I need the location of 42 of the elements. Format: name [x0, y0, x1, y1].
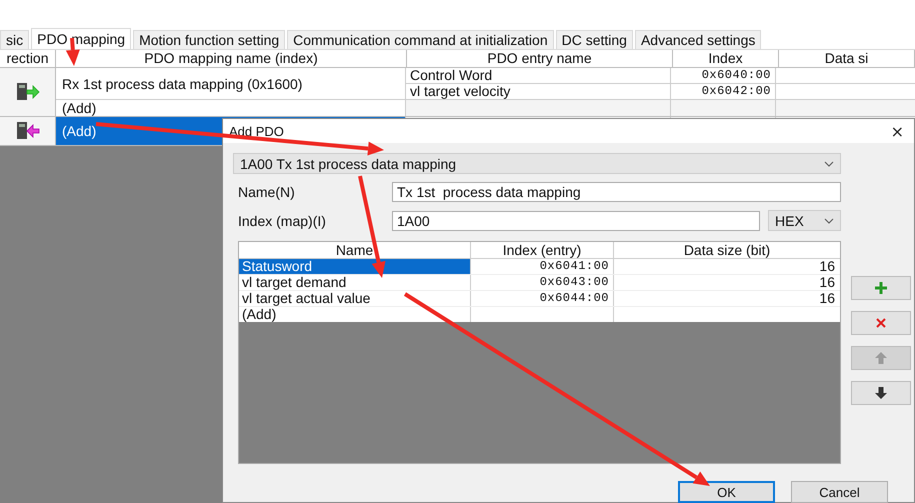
device-right-arrow-icon	[16, 82, 40, 102]
column-header: Index (entry)	[471, 242, 614, 258]
table-cell[interactable]: Rx 1st process data mapping (0x1600)	[56, 68, 406, 99]
index-field[interactable]: 1A00	[392, 210, 760, 230]
dialog-button[interactable]: OK	[678, 481, 775, 503]
column-header: rection	[0, 50, 56, 67]
pdo-dropdown[interactable]: 1A00 Tx 1st process data mapping	[233, 153, 841, 174]
field-label: Index (map)(I)	[238, 212, 327, 228]
plus-icon	[875, 282, 887, 294]
down-button[interactable]	[851, 381, 911, 405]
table-cell-text: 16	[818, 259, 836, 274]
tab[interactable]: Motion function setting	[133, 30, 286, 49]
add-button[interactable]	[851, 276, 911, 300]
format-dropdown[interactable]: HEX	[768, 210, 841, 231]
name-field[interactable]: Tx 1st process data mapping	[392, 182, 841, 202]
column-header: Data si	[779, 50, 915, 67]
column-header: Index	[673, 50, 779, 67]
tab[interactable]: Communication command at initialization	[287, 30, 554, 49]
table-cell[interactable]: Statusword	[239, 259, 471, 274]
column-header: Name	[239, 242, 471, 258]
device-left-arrow-icon	[16, 121, 40, 141]
dialog-button[interactable]: Cancel	[791, 481, 888, 503]
table-cell: Control Word	[406, 68, 671, 83]
close-icon	[876, 318, 886, 328]
table-cell: 0x6042:00	[671, 84, 776, 99]
chevron-down-icon	[824, 218, 834, 224]
tab[interactable]: sic	[0, 30, 30, 49]
tab[interactable]: PDO mapping	[31, 28, 132, 49]
chevron-down-icon	[824, 160, 834, 166]
tab[interactable]: DC setting	[556, 30, 633, 49]
tab[interactable]: Advanced settings	[634, 30, 762, 49]
remove-button[interactable]	[851, 311, 911, 335]
table-cell-text: 16	[818, 291, 836, 306]
table-cell-text: 16	[818, 275, 836, 290]
field-label: Name(N)	[238, 184, 296, 200]
table-cell: vl target velocity	[406, 84, 671, 99]
column-header: Data size (bit)	[682, 242, 772, 258]
up-arrow-icon	[875, 352, 887, 364]
close-button[interactable]: ×	[886, 122, 908, 140]
column-header: PDO entry name	[407, 50, 673, 67]
table-cell: 0x6040:00	[671, 68, 776, 83]
down-arrow-icon	[875, 387, 887, 399]
